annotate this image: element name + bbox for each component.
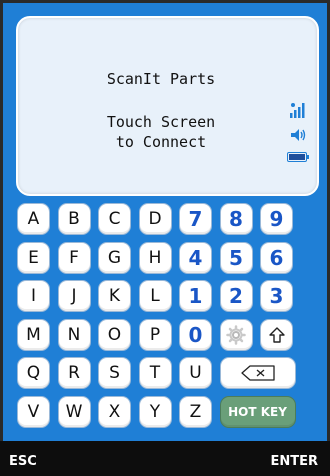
backspace-key[interactable] bbox=[219, 357, 296, 389]
key-g[interactable]: G bbox=[98, 241, 131, 274]
key-n[interactable]: N bbox=[57, 318, 91, 351]
key-u[interactable]: U bbox=[179, 357, 212, 389]
key-8[interactable]: 8 bbox=[219, 203, 253, 235]
key-q[interactable]: Q bbox=[17, 357, 50, 389]
speaker-icon bbox=[291, 129, 306, 141]
settings-key[interactable] bbox=[219, 318, 253, 351]
key-w[interactable]: W bbox=[57, 395, 91, 428]
key-i[interactable]: I bbox=[17, 280, 50, 312]
bottom-bar: ESC ENTER bbox=[0, 441, 330, 476]
key-o[interactable]: O bbox=[98, 318, 131, 351]
battery-icon bbox=[287, 152, 309, 162]
app-title: ScanIt Parts bbox=[106, 70, 216, 88]
connect-message-line1: Touch Screen bbox=[106, 113, 216, 131]
settings-icon bbox=[226, 324, 246, 345]
key-s[interactable]: S bbox=[98, 357, 131, 389]
connect-message: Touch Screen to Connect bbox=[18, 112, 304, 152]
device-body: ScanIt Parts Touch Screen to Connect A B… bbox=[0, 0, 330, 441]
key-9[interactable]: 9 bbox=[260, 203, 293, 235]
key-x[interactable]: X bbox=[98, 395, 131, 428]
enter-button[interactable]: ENTER bbox=[270, 454, 318, 469]
hot-key-button[interactable]: HOT KEY bbox=[219, 395, 296, 428]
key-1[interactable]: 1 bbox=[179, 280, 212, 312]
esc-button[interactable]: ESC bbox=[9, 454, 37, 469]
key-r[interactable]: R bbox=[57, 357, 91, 389]
key-t[interactable]: T bbox=[138, 357, 172, 389]
key-f[interactable]: F bbox=[57, 241, 91, 274]
key-p[interactable]: P bbox=[138, 318, 172, 351]
connect-message-line2: to Connect bbox=[115, 133, 207, 151]
key-z[interactable]: Z bbox=[179, 395, 212, 428]
key-b[interactable]: B bbox=[57, 203, 91, 235]
key-4[interactable]: 4 bbox=[179, 241, 212, 274]
key-v[interactable]: V bbox=[17, 395, 50, 428]
key-k[interactable]: K bbox=[98, 280, 131, 312]
key-l[interactable]: L bbox=[138, 280, 172, 312]
key-6[interactable]: 6 bbox=[260, 241, 293, 274]
key-e[interactable]: E bbox=[17, 241, 50, 274]
key-d[interactable]: D bbox=[138, 203, 172, 235]
key-7[interactable]: 7 bbox=[179, 203, 212, 235]
key-j[interactable]: J bbox=[57, 280, 91, 312]
key-0[interactable]: 0 bbox=[179, 318, 212, 351]
shift-icon bbox=[268, 326, 285, 343]
status-icons bbox=[285, 102, 311, 172]
signal-icon bbox=[290, 103, 305, 118]
key-c[interactable]: C bbox=[98, 203, 131, 235]
backspace-icon bbox=[240, 365, 275, 381]
key-2[interactable]: 2 bbox=[219, 280, 253, 312]
key-a[interactable]: A bbox=[17, 203, 50, 235]
key-3[interactable]: 3 bbox=[260, 280, 293, 312]
shift-key[interactable] bbox=[260, 318, 293, 351]
key-h[interactable]: H bbox=[138, 241, 172, 274]
key-m[interactable]: M bbox=[17, 318, 50, 351]
key-y[interactable]: Y bbox=[138, 395, 172, 428]
display-screen[interactable]: ScanIt Parts Touch Screen to Connect bbox=[16, 16, 319, 196]
key-5[interactable]: 5 bbox=[219, 241, 253, 274]
